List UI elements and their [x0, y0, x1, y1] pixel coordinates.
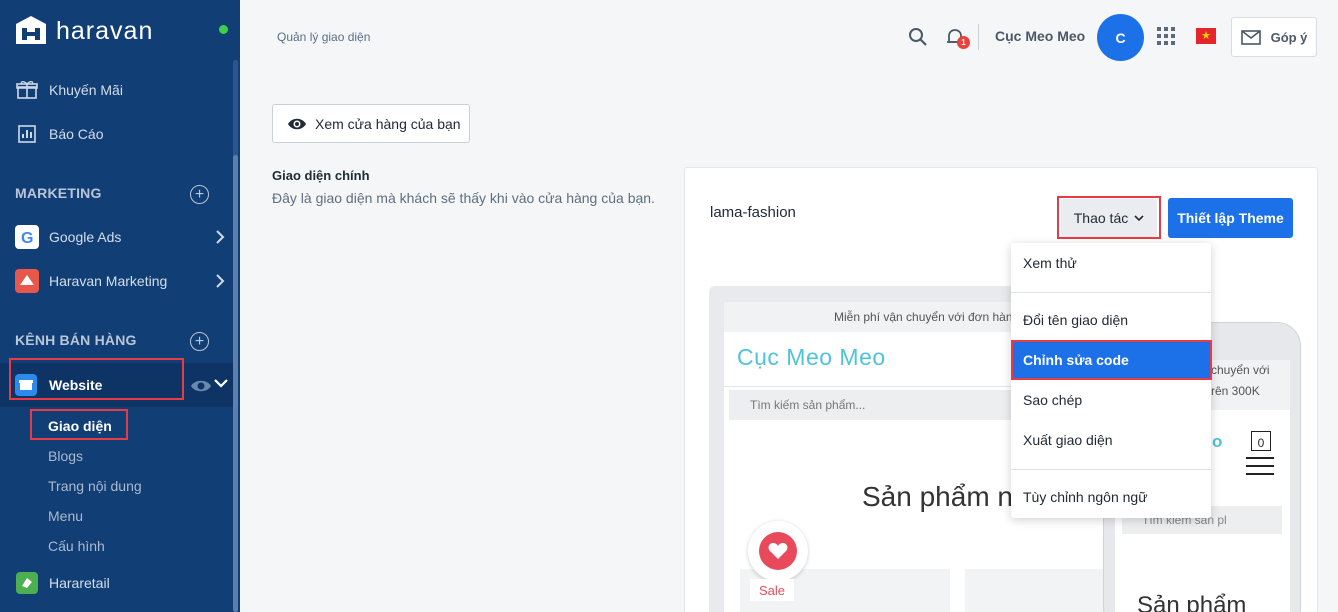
haravan-logo[interactable]: haravan — [12, 14, 153, 48]
sidebar-subitem-pages[interactable]: Trang nội dung — [48, 478, 142, 494]
svg-text:G: G — [21, 230, 33, 247]
feedback-button[interactable]: Góp ý — [1231, 17, 1317, 57]
hamburger-menu-icon — [1246, 457, 1274, 481]
desktop-preview-product — [965, 569, 1119, 612]
sidebar-subitem-themes[interactable]: Giao diện — [48, 418, 112, 434]
heart-icon — [768, 543, 788, 559]
header-divider — [978, 24, 979, 50]
menu-item-language[interactable]: Tùy chỉnh ngôn ngữ — [1011, 479, 1211, 515]
eye-icon[interactable] — [190, 378, 212, 394]
menu-item-rename[interactable]: Đổi tên giao diện — [1011, 302, 1211, 338]
sidebar-subitem-settings[interactable]: Cấu hình — [48, 538, 105, 554]
report-chart-icon — [15, 122, 39, 146]
menu-item-export[interactable]: Xuất giao diện — [1011, 422, 1211, 458]
sidebar-item-label: Google Ads — [49, 229, 122, 245]
view-store-button[interactable]: Xem cửa hàng của bạn — [272, 104, 470, 143]
feedback-label: Góp ý — [1270, 29, 1308, 45]
menu-item-preview[interactable]: Xem thử — [1011, 245, 1211, 281]
section-title: Giao diện chính — [272, 168, 370, 183]
mail-icon — [1240, 29, 1261, 45]
mobile-topbar-line: chuyển với — [1211, 363, 1270, 377]
chevron-right-icon — [216, 230, 225, 244]
sidebar-item-haravan-marketing[interactable]: Haravan Marketing — [0, 261, 233, 301]
google-icon: G — [15, 225, 39, 249]
vietnam-flag-icon[interactable]: ★ — [1196, 28, 1216, 44]
theme-name: lama-fashion — [710, 204, 796, 221]
sidebar-item-label: Báo Cáo — [49, 126, 104, 142]
actions-dropdown-menu: Xem thử Đổi tên giao diện Chỉnh sửa code… — [1011, 243, 1211, 518]
online-status-dot — [219, 25, 228, 34]
sidebar-scrollbar[interactable] — [233, 155, 238, 612]
breadcrumb[interactable]: Quản lý giao diện — [277, 30, 370, 44]
mobile-topbar-line: rên 300K — [1211, 384, 1260, 398]
add-marketing-button[interactable]: + — [190, 185, 209, 204]
sidebar-item-promotions[interactable]: Khuyến Mãi — [0, 70, 233, 110]
apps-grid-icon[interactable] — [1157, 27, 1175, 45]
sidebar-subitem-blogs[interactable]: Blogs — [48, 448, 83, 464]
mobile-preview-hero: Sản phẩm — [1137, 592, 1247, 612]
section-description: Đây là giao diện mà khách sẽ thấy khi và… — [272, 190, 655, 206]
wishlist-heart-button — [748, 521, 808, 581]
menu-divider — [1011, 292, 1211, 293]
mobile-preview-brand: o — [1212, 432, 1223, 451]
sidebar-item-label: Hararetail — [49, 575, 110, 591]
desktop-preview-brand: Cục Meo Meo — [737, 344, 886, 370]
sidebar: haravan Khuyến Mãi Báo Cáo MARKETING + G… — [0, 0, 240, 612]
menu-item-duplicate[interactable]: Sao chép — [1011, 382, 1211, 418]
notification-badge: 1 — [957, 36, 970, 49]
shop-name[interactable]: Cục Meo Meo — [995, 28, 1085, 44]
hararetail-icon — [15, 571, 39, 595]
chevron-down-icon[interactable] — [214, 378, 228, 388]
website-highlight-box — [9, 358, 184, 400]
sidebar-item-hararetail[interactable]: Hararetail — [0, 563, 233, 603]
sidebar-item-google-ads[interactable]: G Google Ads — [0, 217, 233, 257]
search-icon[interactable] — [908, 27, 928, 47]
gift-icon — [15, 78, 39, 102]
avatar[interactable]: C — [1097, 14, 1144, 61]
haravan-logo-icon — [16, 16, 46, 44]
sales-channel-section-title: KÊNH BÁN HÀNG — [15, 332, 137, 348]
view-store-label: Xem cửa hàng của bạn — [315, 115, 461, 132]
add-sales-channel-button[interactable]: + — [190, 332, 209, 351]
haravan-marketing-icon — [15, 269, 39, 293]
eye-icon — [288, 118, 306, 129]
desktop-preview-hero: Sản phẩm n — [862, 481, 1013, 512]
menu-divider — [1011, 469, 1211, 470]
marketing-section-title: MARKETING — [15, 185, 102, 201]
sidebar-item-label: Haravan Marketing — [49, 273, 168, 289]
cart-icon: 0 — [1251, 431, 1271, 451]
actions-highlight-box — [1057, 196, 1161, 239]
sidebar-item-reports[interactable]: Báo Cáo — [0, 114, 233, 154]
brand-name: haravan — [56, 16, 154, 45]
edit-code-highlight-box — [1011, 340, 1212, 380]
sidebar-subitem-menu[interactable]: Menu — [48, 508, 83, 524]
setup-theme-button[interactable]: Thiết lập Theme — [1168, 198, 1293, 238]
sale-badge: Sale — [750, 579, 794, 601]
chevron-right-icon — [216, 274, 225, 288]
sidebar-item-label: Khuyến Mãi — [49, 82, 123, 98]
